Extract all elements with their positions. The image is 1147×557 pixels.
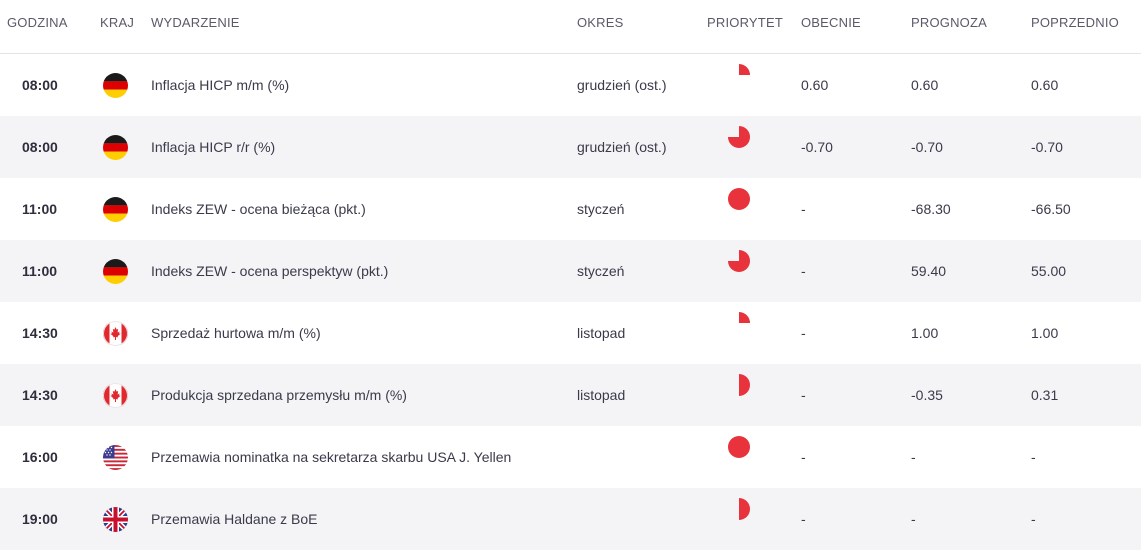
period-cell: styczeń bbox=[577, 263, 625, 279]
period-cell: listopad bbox=[577, 387, 626, 403]
previous-cell: -0.70 bbox=[1031, 139, 1063, 155]
header-prognoza[interactable]: PROGNOZA bbox=[911, 15, 987, 30]
uk-flag-icon bbox=[103, 507, 128, 532]
event-cell[interactable]: Indeks ZEW - ocena bieżąca (pkt.) bbox=[151, 201, 366, 217]
priority-icon bbox=[727, 125, 751, 149]
table-row[interactable]: 14:30 Produkcja sprzedana przemysłu m/m … bbox=[0, 364, 1141, 426]
time-cell: 08:00 bbox=[22, 139, 58, 155]
germany-flag-icon bbox=[103, 73, 128, 98]
header-priorytet[interactable]: PRIORYTET bbox=[707, 15, 783, 30]
priority-icon bbox=[727, 187, 751, 211]
header-obecnie[interactable]: OBECNIE bbox=[801, 15, 861, 30]
priority-icon bbox=[727, 249, 751, 273]
event-cell[interactable]: Sprzedaż hurtowa m/m (%) bbox=[151, 325, 321, 341]
canada-flag-icon bbox=[103, 321, 128, 346]
previous-cell: - bbox=[1031, 449, 1036, 465]
time-cell: 16:00 bbox=[22, 449, 58, 465]
table-body: 08:00 Inflacja HICP m/m (%) grudzień (os… bbox=[0, 54, 1141, 550]
event-cell[interactable]: Inflacja HICP m/m (%) bbox=[151, 77, 289, 93]
forecast-cell: 1.00 bbox=[911, 325, 939, 341]
period-cell: styczeń bbox=[577, 201, 625, 217]
table-row[interactable]: 11:00 Indeks ZEW - ocena perspektyw (pkt… bbox=[0, 240, 1141, 302]
forecast-cell: -0.70 bbox=[911, 139, 943, 155]
priority-icon bbox=[727, 373, 751, 397]
table-row[interactable]: 08:00 Inflacja HICP m/m (%) grudzień (os… bbox=[0, 54, 1141, 116]
priority-icon bbox=[727, 435, 751, 459]
event-cell[interactable]: Indeks ZEW - ocena perspektyw (pkt.) bbox=[151, 263, 388, 279]
table-row[interactable]: 11:00 Indeks ZEW - ocena bieżąca (pkt.) … bbox=[0, 178, 1141, 240]
time-cell: 11:00 bbox=[22, 263, 58, 279]
previous-cell: 0.31 bbox=[1031, 387, 1059, 403]
previous-cell: 1.00 bbox=[1031, 325, 1059, 341]
actual-cell: - bbox=[801, 263, 806, 279]
header-okres[interactable]: OKRES bbox=[577, 15, 624, 30]
actual-cell: - bbox=[801, 325, 806, 341]
table-row[interactable]: 19:00 Przemawia Haldane z BoE - - - bbox=[0, 488, 1141, 550]
economic-calendar-table: GODZINA KRAJ WYDARZENIE OKRES PRIORYTET … bbox=[0, 0, 1141, 550]
actual-cell: - bbox=[801, 387, 806, 403]
germany-flag-icon bbox=[103, 259, 128, 284]
time-cell: 14:30 bbox=[22, 325, 58, 341]
event-cell[interactable]: Produkcja sprzedana przemysłu m/m (%) bbox=[151, 387, 407, 403]
previous-cell: 0.60 bbox=[1031, 77, 1059, 93]
actual-cell: -0.70 bbox=[801, 139, 833, 155]
previous-cell: - bbox=[1031, 511, 1036, 527]
priority-icon bbox=[727, 63, 751, 87]
time-cell: 08:00 bbox=[22, 77, 58, 93]
actual-cell: - bbox=[801, 449, 806, 465]
event-cell[interactable]: Inflacja HICP r/r (%) bbox=[151, 139, 275, 155]
header-poprzednio[interactable]: POPRZEDNIO bbox=[1031, 15, 1119, 30]
forecast-cell: - bbox=[911, 511, 916, 527]
germany-flag-icon bbox=[103, 135, 128, 160]
canada-flag-icon bbox=[103, 383, 128, 408]
priority-icon bbox=[727, 311, 751, 335]
table-row[interactable]: 14:30 Sprzedaż hurtowa m/m (%) listopad … bbox=[0, 302, 1141, 364]
table-row[interactable]: 16:00 Przemawia nominatka na sekretarza … bbox=[0, 426, 1141, 488]
period-cell: grudzień (ost.) bbox=[577, 77, 667, 93]
time-cell: 19:00 bbox=[22, 511, 58, 527]
actual-cell: 0.60 bbox=[801, 77, 829, 93]
table-row[interactable]: 08:00 Inflacja HICP r/r (%) grudzień (os… bbox=[0, 116, 1141, 178]
event-cell[interactable]: Przemawia nominatka na sekretarza skarbu… bbox=[151, 449, 511, 465]
event-cell[interactable]: Przemawia Haldane z BoE bbox=[151, 511, 318, 527]
header-wydarzenie[interactable]: WYDARZENIE bbox=[151, 15, 240, 30]
time-cell: 11:00 bbox=[22, 201, 58, 217]
period-cell: grudzień (ost.) bbox=[577, 139, 667, 155]
forecast-cell: 0.60 bbox=[911, 77, 939, 93]
previous-cell: 55.00 bbox=[1031, 263, 1067, 279]
period-cell: listopad bbox=[577, 325, 626, 341]
forecast-cell: -68.30 bbox=[911, 201, 951, 217]
forecast-cell: - bbox=[911, 449, 916, 465]
germany-flag-icon bbox=[103, 197, 128, 222]
forecast-cell: 59.40 bbox=[911, 263, 947, 279]
actual-cell: - bbox=[801, 511, 806, 527]
usa-flag-icon bbox=[103, 445, 128, 470]
previous-cell: -66.50 bbox=[1031, 201, 1071, 217]
priority-icon bbox=[727, 497, 751, 521]
header-godzina[interactable]: GODZINA bbox=[7, 15, 68, 30]
header-kraj[interactable]: KRAJ bbox=[100, 15, 134, 30]
forecast-cell: -0.35 bbox=[911, 387, 943, 403]
time-cell: 14:30 bbox=[22, 387, 58, 403]
table-header: GODZINA KRAJ WYDARZENIE OKRES PRIORYTET … bbox=[0, 0, 1141, 54]
actual-cell: - bbox=[801, 201, 806, 217]
